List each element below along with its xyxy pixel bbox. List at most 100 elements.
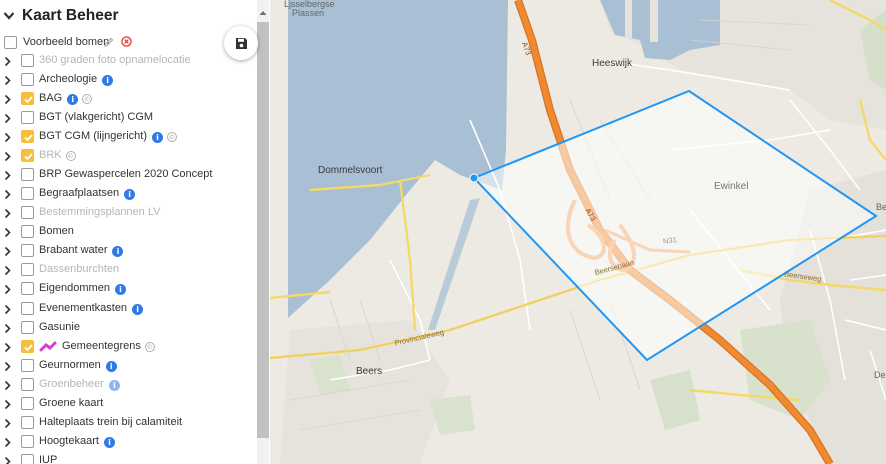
layer-row[interactable]: BAG i ©	[0, 90, 256, 109]
chevron-right-icon[interactable]	[4, 189, 11, 200]
chevron-right-icon[interactable]	[4, 399, 11, 410]
info-icon[interactable]: i	[151, 132, 163, 144]
chevron-right-icon[interactable]	[4, 132, 11, 143]
scrollbar-thumb[interactable]	[257, 22, 269, 438]
layer-checkbox[interactable]	[21, 187, 34, 201]
chevron-right-icon[interactable]	[4, 208, 11, 219]
layer-row[interactable]: Begraafplaatsen i	[0, 185, 256, 204]
layer-row[interactable]: BGT (vlakgericht) CGM	[0, 109, 256, 128]
layer-row[interactable]: Gemeentegrens ©	[0, 338, 256, 357]
layer-checkbox[interactable]	[21, 415, 34, 429]
layer-panel: Kaart Beheer Voorbeeld bomen 360 graden …	[0, 0, 270, 464]
place-heeswijk: Heeswijk	[592, 58, 633, 69]
layer-row[interactable]: Brabant water i	[0, 242, 256, 261]
layer-checkbox[interactable]	[21, 263, 34, 277]
layer-row[interactable]: Hoogtekaart i	[0, 433, 256, 452]
chevron-right-icon[interactable]	[4, 246, 11, 257]
layer-row[interactable]: Gasunie	[0, 319, 256, 338]
info-icon[interactable]: i	[67, 94, 79, 106]
layer-row[interactable]: Eigendommen i	[0, 280, 256, 299]
layer-row[interactable]: Halteplaats trein bij calamiteit	[0, 414, 256, 433]
layer-checkbox[interactable]	[21, 92, 34, 106]
info-icon[interactable]: i	[132, 303, 144, 315]
chevron-right-icon[interactable]	[4, 284, 11, 295]
info-icon[interactable]: i	[103, 436, 115, 448]
copyright-icon[interactable]: ©	[166, 132, 177, 143]
save-button[interactable]	[224, 26, 258, 60]
example-layer-checkbox[interactable]	[4, 36, 17, 49]
chevron-right-icon[interactable]	[4, 265, 11, 276]
layer-checkbox[interactable]	[21, 73, 34, 87]
layer-checkbox[interactable]	[21, 320, 34, 334]
polygon-vertex-handle[interactable]	[469, 173, 479, 183]
layer-row[interactable]: BRP Gewaspercelen 2020 Concept	[0, 166, 256, 185]
chevron-right-icon[interactable]	[4, 94, 11, 105]
chevron-right-icon[interactable]	[4, 380, 11, 391]
copyright-icon[interactable]: ©	[144, 341, 155, 352]
layer-checkbox[interactable]	[21, 434, 34, 448]
chevron-right-icon[interactable]	[4, 170, 11, 181]
layer-checkbox[interactable]	[21, 396, 34, 410]
layer-row[interactable]: Archeologie i	[0, 71, 256, 90]
layer-row[interactable]: Bomen	[0, 223, 256, 242]
layer-checkbox[interactable]	[21, 358, 34, 372]
info-icon[interactable]: i	[108, 379, 120, 391]
layer-checkbox[interactable]	[21, 225, 34, 239]
layer-row[interactable]: Groenbeheer i	[0, 376, 256, 395]
layer-checkbox[interactable]	[21, 301, 34, 315]
layer-checkbox[interactable]	[21, 111, 34, 125]
info-icon[interactable]: i	[112, 246, 124, 258]
chevron-right-icon[interactable]	[4, 304, 11, 315]
info-icon[interactable]: i	[105, 360, 117, 372]
scroll-up-arrow-icon[interactable]	[257, 8, 269, 18]
map-view[interactable]: Ljsselbergse Plassen Heeswijk Dommelsvoo…	[270, 0, 886, 464]
info-icon[interactable]: i	[102, 75, 114, 87]
layer-row[interactable]: BGT CGM (lijngericht) i ©	[0, 128, 256, 147]
chevron-right-icon[interactable]	[4, 75, 11, 86]
chevron-right-icon[interactable]	[4, 437, 11, 448]
layer-checkbox[interactable]	[21, 130, 34, 144]
layer-row[interactable]: Dassenburchten	[0, 261, 256, 280]
layer-checkbox[interactable]	[21, 54, 34, 67]
layer-checkbox[interactable]	[21, 244, 34, 258]
layer-checkbox[interactable]	[21, 168, 34, 182]
panel-header[interactable]: Kaart Beheer	[0, 0, 258, 34]
info-icon[interactable]: i	[114, 284, 126, 296]
copyright-icon[interactable]: ©	[65, 151, 76, 162]
chevron-right-icon[interactable]	[4, 456, 11, 464]
chevron-right-icon[interactable]	[4, 361, 11, 372]
chevron-right-icon[interactable]	[4, 323, 11, 334]
copyright-icon[interactable]: ©	[82, 94, 93, 105]
layer-label-text: Evenementkasten	[39, 301, 128, 314]
chevron-right-icon[interactable]	[4, 56, 11, 67]
layer-checkbox[interactable]	[21, 339, 34, 353]
layer-row[interactable]: Groene kaart	[0, 395, 256, 414]
chevron-right-icon[interactable]	[4, 342, 11, 353]
chevron-right-icon[interactable]	[4, 113, 11, 124]
chevron-down-icon[interactable]	[3, 9, 15, 23]
map-canvas[interactable]	[270, 0, 886, 464]
checkmark-icon	[24, 134, 33, 142]
layer-row[interactable]: BRK ©	[0, 147, 256, 166]
layer-label-text: BAG	[39, 92, 63, 105]
circle-x-icon[interactable]	[121, 36, 132, 47]
layer-row[interactable]: Geurnormen i	[0, 357, 256, 376]
floppy-disk-icon	[235, 37, 247, 49]
chevron-right-icon[interactable]	[4, 418, 11, 429]
layer-checkbox[interactable]	[21, 149, 34, 163]
layer-row[interactable]: 360 graden foto opnamelocatie	[0, 52, 256, 71]
layer-checkbox[interactable]	[21, 453, 34, 464]
layer-label: Hoogtekaart i	[39, 435, 115, 448]
chevron-right-icon[interactable]	[4, 227, 11, 238]
layer-checkbox[interactable]	[21, 377, 34, 391]
layer-row[interactable]: IUP	[0, 452, 256, 464]
layer-row[interactable]: Bestemmingsplannen LV	[0, 204, 256, 223]
place-edge-de: De	[874, 370, 886, 380]
layer-row[interactable]: Evenementkasten i	[0, 300, 256, 319]
chevron-right-icon[interactable]	[4, 151, 11, 162]
layer-checkbox[interactable]	[21, 282, 34, 296]
info-icon[interactable]: i	[124, 189, 136, 201]
example-layer-row[interactable]: Voorbeeld bomen	[0, 33, 256, 52]
layer-checkbox[interactable]	[21, 206, 34, 220]
pencil-icon[interactable]	[103, 37, 114, 48]
